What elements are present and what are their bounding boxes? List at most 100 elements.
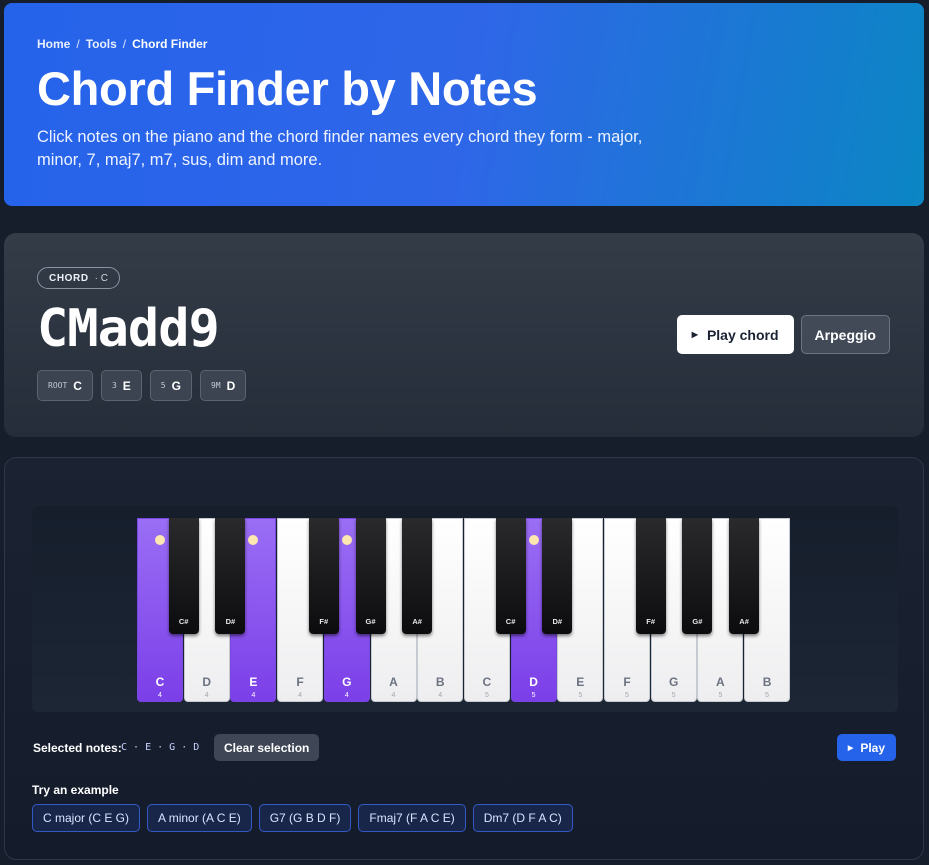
interval-badge: ROOT C: [37, 370, 93, 402]
chord-chip-root: · C: [94, 272, 109, 284]
black-key[interactable]: C#: [168, 518, 199, 634]
example-g7-button[interactable]: G7 (G B D F): [258, 804, 352, 832]
example-fmaj7-button[interactable]: Fmaj7 (F A C E): [358, 804, 466, 832]
chord-actions: ▶ Play chord Arpeggio: [676, 315, 890, 354]
chord-chip-label: CHORD: [49, 272, 89, 284]
key-octave-label: 4: [391, 692, 396, 699]
key-note-label: A#: [739, 617, 749, 626]
key-note-label: D#: [225, 617, 236, 626]
selected-notes-value: C · E · G · D: [121, 742, 200, 753]
key-note-label: F: [296, 675, 304, 689]
key-note-label: F: [623, 675, 631, 689]
interval-badge: 9M D: [199, 370, 247, 402]
interval-note: E: [122, 378, 131, 393]
breadcrumb: Home / Tools / Chord Finder: [37, 37, 891, 51]
key-octave-label: 4: [344, 692, 349, 699]
piano-card: C 4 D 4 E 4 F 4 G 4 A 4 B 4 C 5 D 5 E 5 F 5 G 5 A 5 B 5 C# D# F# G# A# C#…: [4, 457, 924, 860]
key-note-label: C#: [505, 617, 516, 626]
page-title: Chord Finder by Notes: [37, 62, 538, 115]
key-note-label: E: [249, 675, 258, 689]
black-key[interactable]: D#: [215, 518, 246, 634]
black-key[interactable]: F#: [635, 518, 666, 634]
black-key[interactable]: F#: [308, 518, 339, 634]
key-note-label: G: [669, 675, 679, 689]
chord-chip: CHORD · C: [37, 267, 121, 289]
breadcrumb-separator: /: [76, 37, 80, 51]
key-note-label: F#: [646, 617, 656, 626]
interval-label: ROOT: [48, 381, 68, 391]
play-button[interactable]: ▶ Play: [836, 734, 896, 761]
selected-notes-label: Selected notes:: [33, 741, 122, 755]
breadcrumb-separator: /: [122, 37, 127, 51]
interval-note: G: [171, 378, 181, 393]
example-c-major-button[interactable]: C major (C E G): [32, 804, 141, 832]
key-note-label: C: [482, 675, 492, 689]
breadcrumb-home[interactable]: Home: [37, 37, 70, 51]
key-note-label: C#: [178, 617, 189, 626]
piano-keyboard: C 4 D 4 E 4 F 4 G 4 A 4 B 4 C 5 D 5 E 5 F 5 G 5 A 5 B 5 C# D# F# G# A# C#…: [137, 518, 791, 702]
key-octave-label: 5: [531, 692, 536, 699]
key-note-label: D: [202, 675, 212, 689]
interval-badge: 5 G: [149, 370, 192, 402]
key-octave-label: 5: [671, 692, 676, 699]
play-icon: ▶: [691, 330, 698, 339]
black-key[interactable]: D#: [542, 518, 573, 634]
black-key[interactable]: C#: [495, 518, 526, 634]
interval-list: ROOT C 3 E 5 G 9M D: [37, 370, 891, 402]
key-note-label: B: [762, 675, 772, 689]
key-octave-label: 5: [718, 692, 723, 699]
black-key[interactable]: G#: [355, 518, 386, 634]
play-label: Play: [860, 740, 885, 755]
example-dm7-button[interactable]: Dm7 (D F A C): [472, 804, 573, 832]
hero-banner: Home / Tools / Chord Finder Chord Finder…: [4, 3, 924, 206]
key-octave-label: 5: [625, 692, 629, 699]
page-subtitle: Click notes on the piano and the chord f…: [37, 127, 643, 169]
key-octave-label: 4: [158, 692, 162, 699]
key-note-label: G#: [692, 617, 703, 626]
key-octave-label: 4: [438, 692, 443, 699]
clear-selection-button[interactable]: Clear selection: [214, 734, 320, 761]
selected-dot-icon: [528, 535, 539, 545]
selected-dot-icon: [248, 535, 259, 545]
breadcrumb-tools[interactable]: Tools: [86, 37, 117, 51]
selection-row: Selected notes: C · E · G · D Clear sele…: [32, 734, 898, 761]
play-chord-button[interactable]: ▶ Play chord: [676, 315, 794, 354]
keyboard-area: C 4 D 4 E 4 F 4 G 4 A 4 B 4 C 5 D 5 E 5 F 5 G 5 A 5 B 5 C# D# F# G# A# C#…: [32, 506, 898, 712]
arpeggio-button[interactable]: Arpeggio: [800, 315, 890, 354]
selected-dot-icon: [341, 535, 352, 545]
key-octave-label: 5: [578, 692, 583, 699]
key-octave-label: 4: [298, 692, 303, 699]
key-octave-label: 5: [765, 692, 770, 699]
black-key[interactable]: G#: [682, 518, 713, 634]
examples-label: Try an example: [32, 783, 119, 797]
key-note-label: A: [716, 675, 725, 689]
key-note-label: A: [389, 675, 398, 689]
key-note-label: A#: [412, 617, 422, 626]
interval-badge: 3 E: [100, 370, 142, 402]
key-note-label: D: [529, 675, 538, 689]
key-octave-label: 5: [484, 692, 489, 699]
black-key[interactable]: A#: [402, 518, 433, 634]
interval-label: 9M: [210, 381, 221, 391]
breadcrumb-current: Chord Finder: [132, 37, 208, 51]
key-note-label: B: [435, 675, 445, 689]
key-note-label: F#: [319, 617, 329, 626]
key-note-label: G: [342, 675, 352, 689]
key-note-label: D#: [552, 617, 563, 626]
key-octave-label: 4: [251, 692, 256, 699]
interval-label: 3: [111, 381, 117, 391]
key-note-label: G#: [365, 617, 376, 626]
key-note-label: E: [576, 675, 585, 689]
example-list: C major (C E G) A minor (A C E) G7 (G B …: [32, 804, 573, 832]
interval-note: C: [73, 378, 82, 393]
key-octave-label: 4: [204, 692, 209, 699]
chord-result-card: CHORD · C CMadd9 ROOT C 3 E 5 G 9M D ▶ P…: [4, 233, 924, 437]
interval-label: 5: [160, 381, 166, 391]
selected-dot-icon: [155, 535, 165, 545]
interval-note: D: [226, 378, 236, 393]
example-a-minor-button[interactable]: A minor (A C E): [147, 804, 252, 832]
key-note-label: C: [155, 675, 165, 689]
play-icon: ▶: [847, 744, 854, 752]
play-chord-label: Play chord: [706, 326, 779, 343]
black-key[interactable]: A#: [729, 518, 760, 634]
